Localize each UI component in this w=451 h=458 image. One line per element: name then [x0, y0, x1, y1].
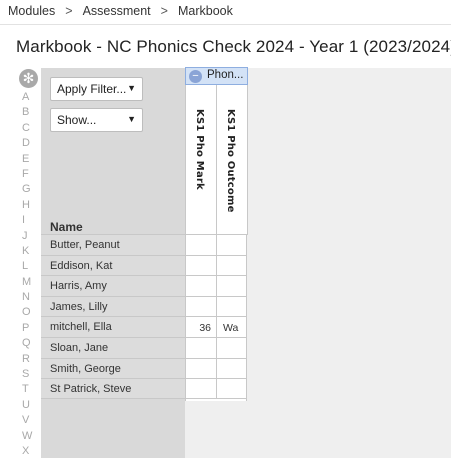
mark-cell[interactable] — [186, 296, 217, 317]
student-name-row[interactable]: Smith, George — [41, 357, 185, 379]
table-row — [186, 357, 247, 379]
table-row — [186, 254, 247, 276]
table-row — [186, 275, 247, 296]
alphabet-letter-n[interactable]: N — [22, 290, 36, 305]
column-label: KS1 Pho Outcome — [225, 109, 236, 213]
apply-filter-label: Apply Filter... — [57, 82, 127, 96]
alphabet-letter-a[interactable]: A — [22, 90, 36, 105]
alphabet-letter-q[interactable]: Q — [22, 336, 36, 351]
breadcrumb-assessment[interactable]: Assessment — [83, 4, 151, 20]
student-name-row[interactable]: Butter, Peanut — [41, 234, 185, 255]
breadcrumb-separator: > — [160, 4, 168, 18]
table-row — [186, 378, 247, 399]
outcome-cell[interactable] — [217, 359, 247, 379]
alphabet-letter-k[interactable]: K — [22, 244, 36, 259]
outcome-cell[interactable]: Wa — [217, 317, 247, 337]
dropdown-arrow-icon: ▼ — [127, 83, 136, 93]
alphabet-letter-j[interactable]: J — [22, 229, 36, 244]
outcome-cell[interactable] — [217, 338, 247, 358]
column-label: KS1 Pho Mark — [194, 109, 205, 190]
alphabet-letter-r[interactable]: R — [22, 352, 36, 367]
mark-cell[interactable] — [186, 337, 217, 358]
alphabet-letter-l[interactable]: L — [22, 259, 36, 274]
student-name-row[interactable]: St Patrick, Steve — [41, 378, 185, 399]
column-header-ks1-pho-mark[interactable]: KS1 Pho Mark — [186, 85, 217, 235]
mark-cell[interactable] — [186, 358, 217, 379]
page-title: Markbook - NC Phonics Check 2024 - Year … — [16, 37, 451, 56]
show-label: Show... — [57, 113, 97, 127]
alphabet-letter-c[interactable]: C — [22, 121, 36, 136]
breadcrumb-markbook[interactable]: Markbook — [178, 4, 233, 20]
collapse-icon[interactable]: − — [189, 70, 202, 83]
alphabet-letter-w[interactable]: W — [22, 429, 36, 444]
alphabet-letter-e[interactable]: E — [22, 152, 36, 167]
alphabet-letter-b[interactable]: B — [22, 105, 36, 120]
table-row — [186, 234, 247, 255]
mark-cell[interactable] — [186, 255, 217, 276]
breadcrumb-separator: > — [65, 4, 73, 18]
alphabet-letter-d[interactable]: D — [22, 136, 36, 151]
student-name-row[interactable]: James, Lilly — [41, 295, 185, 317]
outcome-cell[interactable] — [217, 276, 247, 296]
header-divider — [0, 24, 451, 25]
show-dropdown[interactable]: Show... ▼ — [50, 108, 143, 132]
table-row — [186, 336, 247, 358]
student-name-row[interactable]: mitchell, Ella — [41, 316, 185, 337]
alphabet-letter-h[interactable]: H — [22, 198, 36, 213]
dropdown-arrow-icon: ▼ — [127, 114, 136, 124]
breadcrumb: Modules > Assessment > Markbook — [8, 4, 233, 20]
alphabet-letter-o[interactable]: O — [22, 305, 36, 320]
student-name-row[interactable]: Sloan, Jane — [41, 336, 185, 358]
breadcrumb-modules[interactable]: Modules — [8, 4, 55, 20]
alphabet-letter-s[interactable]: S — [22, 367, 36, 382]
student-name-list: Butter, Peanut Eddison, Kat Harris, Amy Jam… — [41, 234, 185, 399]
outcome-cell[interactable] — [217, 379, 247, 398]
alphabet-letter-p[interactable]: P — [22, 321, 36, 336]
alphabet-letter-g[interactable]: G — [22, 182, 36, 197]
mark-cell[interactable] — [186, 235, 217, 255]
name-column-header: Name — [50, 220, 83, 234]
student-name-row[interactable]: Harris, Amy — [41, 275, 185, 296]
alphabet-letter-f[interactable]: F — [22, 167, 36, 182]
alphabet-letter-i[interactable]: I — [22, 213, 36, 228]
outcome-cell[interactable] — [217, 235, 247, 255]
outcome-cell[interactable] — [217, 256, 247, 276]
column-header-ks1-pho-outcome[interactable]: KS1 Pho Outcome — [217, 85, 248, 235]
alphabet-letter-x[interactable]: X — [22, 444, 36, 458]
alphabet-index: ABCDEFGHIJKLMNOPQRSTUVWX — [22, 90, 36, 458]
mark-grid: 36 Wa — [186, 234, 247, 399]
outcome-cell[interactable] — [217, 297, 247, 317]
alphabet-letter-u[interactable]: U — [22, 398, 36, 413]
alphabet-all-icon[interactable]: ✻ — [19, 69, 38, 88]
student-name-row[interactable]: Eddison, Kat — [41, 254, 185, 276]
mark-cell[interactable]: 36 — [186, 317, 217, 337]
alphabet-letter-m[interactable]: M — [22, 275, 36, 290]
table-row — [186, 295, 247, 317]
mark-cell[interactable] — [186, 276, 217, 296]
group-label: Phon... — [207, 69, 244, 81]
table-row: 36 Wa — [186, 316, 247, 337]
alphabet-letter-t[interactable]: T — [22, 382, 36, 397]
apply-filter-dropdown[interactable]: Apply Filter... ▼ — [50, 77, 143, 101]
mark-cell[interactable] — [186, 379, 217, 398]
alphabet-letter-v[interactable]: V — [22, 413, 36, 428]
phonics-group-header[interactable]: − Phon... — [185, 67, 248, 85]
